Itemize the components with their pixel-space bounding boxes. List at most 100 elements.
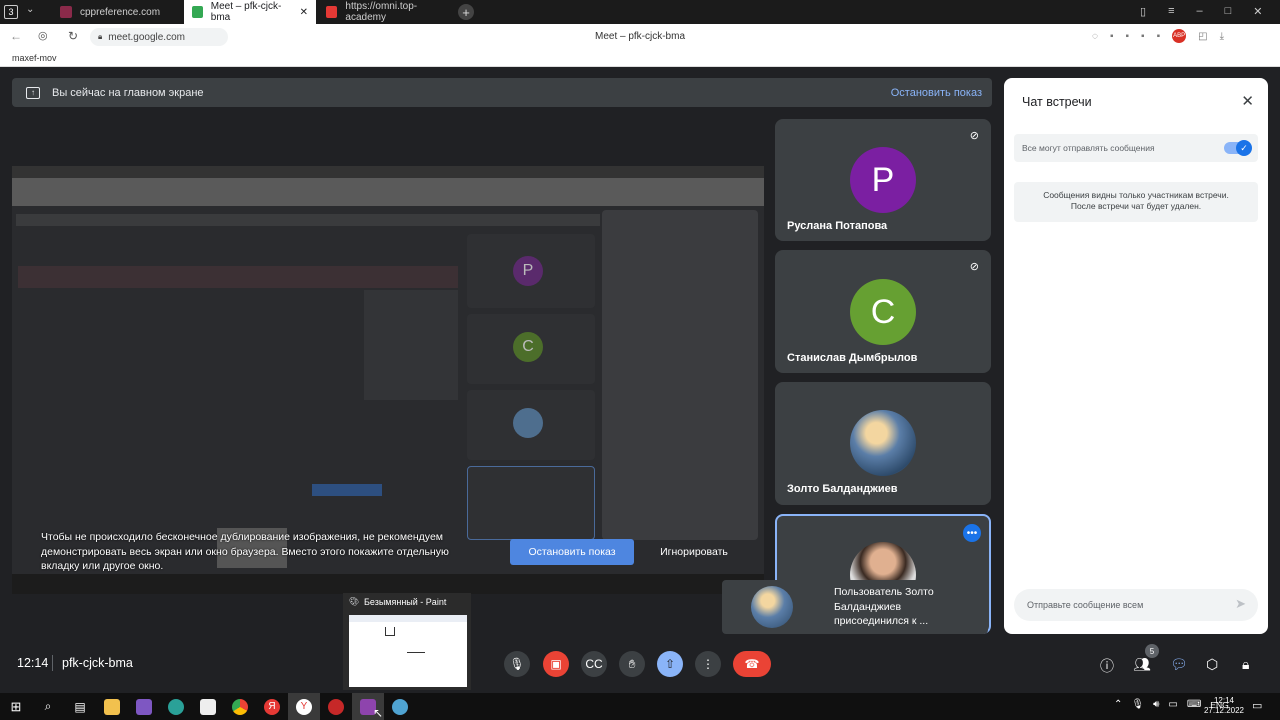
message-icon[interactable]: ▪: [1141, 31, 1145, 42]
avatar: C: [850, 279, 916, 345]
chat-toggle[interactable]: ✓: [1224, 140, 1252, 156]
taskbar-clock[interactable]: 12:14 27.12.2022: [1203, 696, 1245, 716]
mirror-avatar: [513, 408, 543, 438]
download-icon[interactable]: ⤓: [1220, 31, 1224, 42]
mirror-taskbar: [12, 574, 764, 594]
taskbar-app[interactable]: [160, 693, 192, 720]
start-button[interactable]: ⊞: [0, 693, 32, 720]
check-icon: ✓: [1236, 140, 1252, 156]
meet-favicon-icon: [192, 6, 203, 18]
tray-chevron-icon[interactable]: ⌃: [1114, 699, 1122, 710]
bookmark-item[interactable]: maxef-mov: [12, 53, 57, 63]
new-tab-button[interactable]: +: [458, 4, 474, 20]
tab-label: cppreference.com: [80, 6, 161, 18]
tab-label: https://omni.top-academy: [345, 1, 418, 23]
paint-shape: [385, 627, 395, 636]
tab-cppreference[interactable]: cppreference.com: [52, 0, 182, 24]
taskbar-app[interactable]: [96, 693, 128, 720]
camera-button[interactable]: ▣: [543, 651, 569, 677]
more-options-icon[interactable]: •••: [963, 524, 981, 542]
paint-preview-title: Безымянный - Paint: [364, 597, 447, 607]
meeting-code: pfk-cjck-bma: [62, 656, 133, 670]
taskbar-app[interactable]: [384, 693, 416, 720]
share-icon[interactable]: ▪: [1126, 31, 1130, 42]
mirror-tab-bar: [12, 166, 764, 178]
meeting-controls-bar: 12:14 pfk-cjck-bma 🎙︎ ▣ CC ✋︎ ⇧ ⋮ ☎︎ ⓘ 👥…: [0, 644, 1280, 693]
taskbar-app[interactable]: Y: [288, 693, 320, 720]
search-button[interactable]: ⌕: [32, 693, 64, 720]
tab-omni[interactable]: https://omni.top-academy: [318, 0, 452, 24]
collections-icon[interactable]: ▯: [1140, 5, 1146, 18]
present-screen-icon: ⇧: [664, 657, 676, 671]
tab-meet[interactable]: Meet – pfk-cjck-bma ✕: [184, 0, 316, 24]
taskbar-app[interactable]: [128, 693, 160, 720]
warning-stop-button[interactable]: Остановить показ: [510, 539, 634, 565]
camera-off-icon: ▣: [550, 657, 562, 671]
url-field[interactable]: 🔒︎ meet.google.com: [90, 28, 228, 46]
taskbar-app[interactable]: [224, 693, 256, 720]
network-icon[interactable]: ▭: [1168, 699, 1177, 710]
yandex-browser-icon: Y: [296, 698, 312, 715]
toast-text: Пользователь Золто Балданджиев присоедин…: [834, 586, 934, 627]
avatar-photo: [850, 410, 916, 476]
opera-icon: [328, 698, 344, 715]
taskbar-app[interactable]: Я: [256, 693, 288, 720]
mic-off-icon: ⊘: [969, 130, 979, 142]
chat-notice: Сообщения видны только участникам встреч…: [1014, 182, 1258, 222]
participant-tile[interactable]: ⊘ P Руслана Потапова: [775, 119, 991, 241]
warning-ignore-button[interactable]: Игнорировать: [646, 539, 742, 565]
taskbar-app[interactable]: [192, 693, 224, 720]
close-chat-icon[interactable]: ✕: [1241, 92, 1254, 110]
tab-list-chevron-icon[interactable]: ⌄: [26, 4, 34, 15]
browser-tab-bar: 3 ⌄ cppreference.com Meet – pfk-cjck-bma…: [0, 0, 1280, 24]
bookmark-icon[interactable]: ▪: [1157, 31, 1161, 42]
raise-hand-button[interactable]: ✋︎: [619, 651, 645, 677]
extensions-icon[interactable]: ◰: [1198, 31, 1207, 42]
adblock-icon[interactable]: ABP: [1172, 29, 1187, 43]
participant-name: Золто Балданджиев: [787, 483, 898, 495]
paint-ribbon: [349, 615, 467, 622]
leave-call-button[interactable]: ☎︎: [733, 651, 771, 677]
more-vert-icon: ⋮: [702, 657, 714, 671]
people-icon[interactable]: 👥︎: [1133, 656, 1151, 673]
join-notification: Пользователь Золто Балданджиев присоедин…: [722, 580, 988, 634]
microphone-tray-icon[interactable]: 🎙︎: [1131, 699, 1144, 710]
mirror-tile: [467, 466, 595, 540]
activities-icon[interactable]: ⬡: [1206, 656, 1218, 673]
info-icon[interactable]: ⓘ: [1100, 656, 1114, 676]
reload-icon[interactable]: ↻: [68, 29, 78, 43]
more-options-button[interactable]: ⋮: [695, 651, 721, 677]
keyboard-icon[interactable]: ⌨︎: [1187, 699, 1201, 710]
chat-bubble-icon[interactable]: ◌: [1092, 31, 1098, 42]
taskbar-app[interactable]: [320, 693, 352, 720]
notification-icon[interactable]: ▭: [1252, 699, 1262, 712]
maximize-icon[interactable]: □: [1225, 5, 1232, 18]
present-button[interactable]: ⇧: [657, 651, 683, 677]
camera-icon[interactable]: ▪: [1110, 31, 1114, 42]
yandex-icon: Я: [264, 698, 280, 715]
chat-permission-row: Все могут отправлять сообщения ✓: [1014, 134, 1258, 162]
mic-button[interactable]: 🎙︎: [504, 651, 530, 677]
participant-tile[interactable]: Золто Балданджиев: [775, 382, 991, 505]
captions-button[interactable]: CC: [581, 651, 607, 677]
chat-icon[interactable]: 💬︎: [1170, 656, 1188, 673]
back-icon[interactable]: ←: [10, 29, 22, 43]
menu-icon[interactable]: ≡: [1168, 5, 1174, 18]
meeting-time: 12:14: [17, 656, 49, 670]
close-tab-icon[interactable]: ✕: [300, 7, 308, 18]
participant-tile[interactable]: ⊘ C Станислав Дымбрылов: [775, 250, 991, 373]
url-text: meet.google.com: [108, 31, 185, 43]
banner-stop-button[interactable]: Остановить показ: [891, 87, 982, 99]
tab-counter[interactable]: 3: [4, 5, 18, 19]
send-icon[interactable]: ➤: [1235, 596, 1246, 612]
close-window-icon[interactable]: ✕: [1253, 5, 1262, 18]
chat-input[interactable]: Отправьте сообщение всем ➤: [1014, 589, 1258, 621]
mirror-tile: C: [467, 314, 595, 384]
minimize-icon[interactable]: –: [1196, 5, 1202, 18]
mirror-tile: [467, 390, 595, 460]
volume-icon[interactable]: 🔊︎: [1153, 699, 1159, 710]
protect-icon[interactable]: ◎: [38, 29, 48, 42]
host-controls-icon[interactable]: 🔒︎: [1242, 656, 1249, 673]
task-view-button[interactable]: ▤: [64, 693, 96, 720]
mirror-address-bar: [12, 178, 764, 206]
